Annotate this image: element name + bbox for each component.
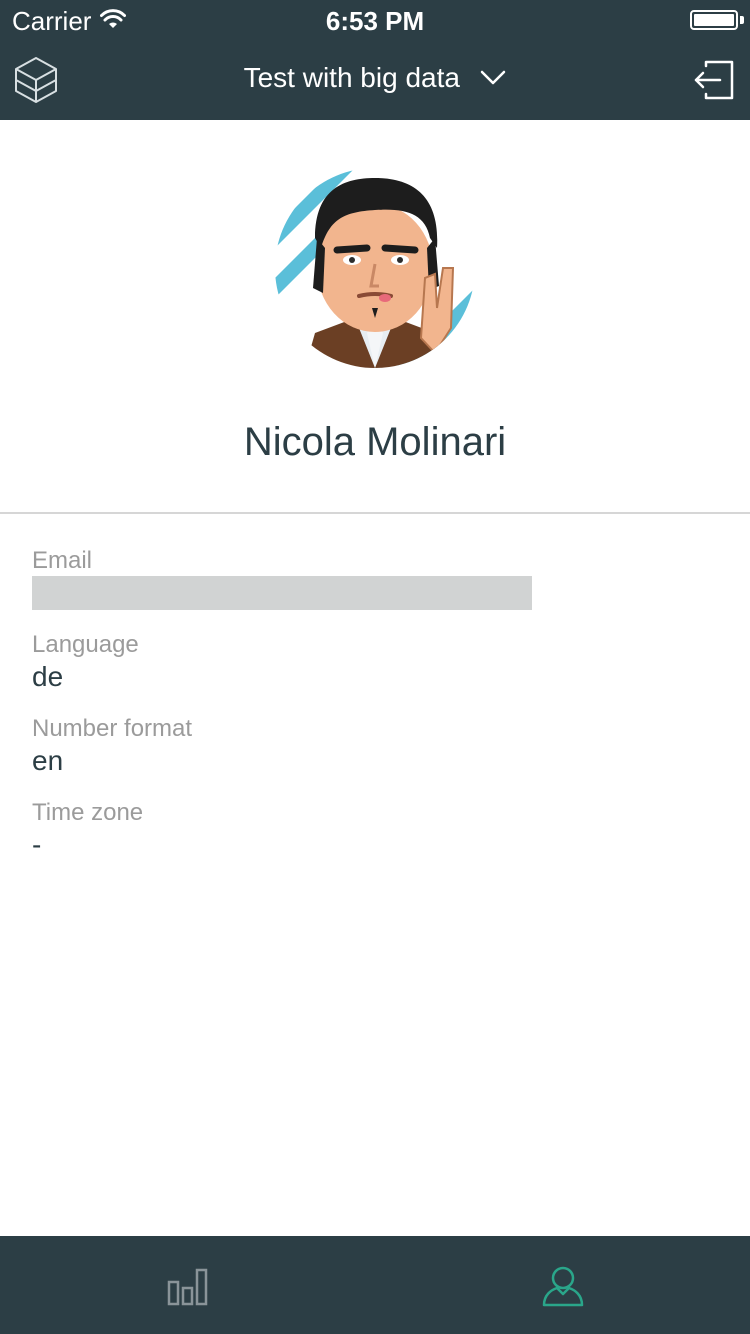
battery-icon <box>690 10 738 30</box>
avatar-illustration <box>275 168 475 368</box>
battery-tip <box>740 16 744 24</box>
tab-bar <box>0 1236 750 1334</box>
logout-icon[interactable] <box>692 58 736 102</box>
email-value-redacted <box>32 576 532 610</box>
language-value: de <box>32 661 64 692</box>
status-bar: Carrier 6:53 PM <box>0 0 750 40</box>
tab-profile[interactable] <box>375 1236 750 1334</box>
chevron-down-icon[interactable] <box>480 70 506 86</box>
language-field: Language de <box>32 630 722 694</box>
top-header: Carrier 6:53 PM Test with big data <box>0 0 750 120</box>
user-name: Nicola Molinari <box>243 420 507 464</box>
time-zone-value: - <box>32 829 42 860</box>
language-label: Language <box>32 631 139 658</box>
status-time: 6:53 PM <box>325 6 425 36</box>
profile-section: Nicola Molinari <box>0 120 750 514</box>
tab-statistics[interactable] <box>0 1236 375 1334</box>
navigation-bar: Test with big data <box>0 40 750 120</box>
workspace-selector[interactable]: Test with big data <box>0 62 750 94</box>
user-icon[interactable] <box>541 1264 585 1308</box>
user-avatar <box>275 168 475 368</box>
number-format-value: en <box>32 745 64 776</box>
email-field: Email <box>32 546 722 610</box>
bar-chart-icon[interactable] <box>166 1264 210 1308</box>
account-details: Email Language de Number format en Time … <box>32 546 722 882</box>
workspace-title[interactable]: Test with big data <box>244 62 460 93</box>
time-zone-field: Time zone - <box>32 798 722 862</box>
email-label: Email <box>32 547 93 574</box>
number-format-label: Number format <box>32 715 193 742</box>
number-format-field: Number format en <box>32 714 722 778</box>
time-zone-label: Time zone <box>32 799 144 826</box>
